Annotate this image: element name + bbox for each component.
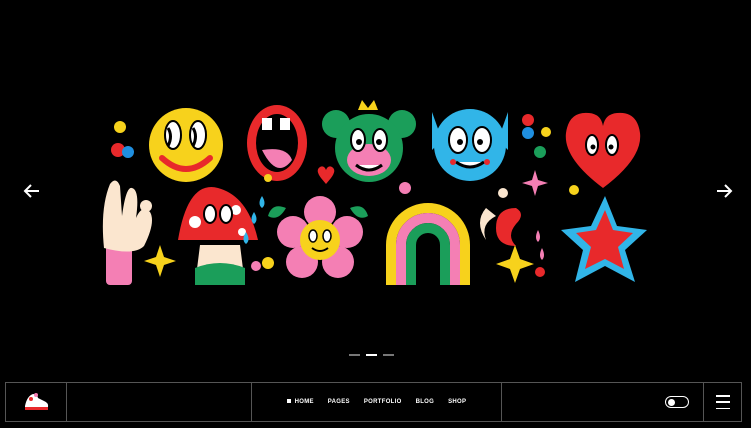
nav-item-home[interactable]: HOME [286, 399, 314, 405]
arrow-left-icon[interactable] [21, 180, 43, 202]
flower-face-sticker [268, 196, 368, 278]
star-sticker [561, 196, 647, 282]
blue-cat-sticker [432, 109, 508, 181]
abstract-shapes-sticker [480, 208, 544, 260]
hero-slider [0, 0, 751, 380]
theme-toggle-cell [502, 383, 705, 421]
toggle-knob [668, 399, 676, 406]
nav-item-pages[interactable]: PAGES [328, 399, 350, 405]
slide-pagination [349, 354, 394, 356]
rainbow-sticker [386, 203, 470, 285]
nav-item-portfolio[interactable]: PORTFOLIO [364, 399, 402, 405]
nav-label: HOME [294, 399, 314, 405]
pagination-dot[interactable] [349, 354, 360, 356]
smiley-face-sticker [149, 108, 223, 182]
menu-cell[interactable] [704, 383, 741, 421]
red-heart-sticker [565, 112, 641, 188]
pagination-dot[interactable] [383, 354, 394, 356]
nav-item-blog[interactable]: BLOG [416, 399, 435, 405]
hamburger-menu-icon[interactable] [715, 395, 730, 409]
crowned-bear-sticker [322, 100, 416, 182]
theme-toggle-icon[interactable] [665, 396, 690, 408]
bottom-navbar: HOME PAGES PORTFOLIO BLOG SHOP [5, 382, 742, 422]
sneaker-logo-icon[interactable] [22, 390, 50, 414]
pagination-dot-active[interactable] [366, 354, 377, 356]
ok-hand-sticker [102, 180, 152, 285]
main-nav: HOME PAGES PORTFOLIO BLOG SHOP [252, 383, 502, 421]
bar-spacer [67, 383, 253, 421]
arrow-right-icon[interactable] [713, 180, 735, 202]
cartoon-stickers-illustration [102, 100, 647, 285]
mouth-tongue-sticker [247, 105, 307, 182]
active-bullet-icon [286, 399, 291, 404]
nav-item-shop[interactable]: SHOP [448, 399, 466, 405]
logo-cell[interactable] [6, 383, 67, 421]
